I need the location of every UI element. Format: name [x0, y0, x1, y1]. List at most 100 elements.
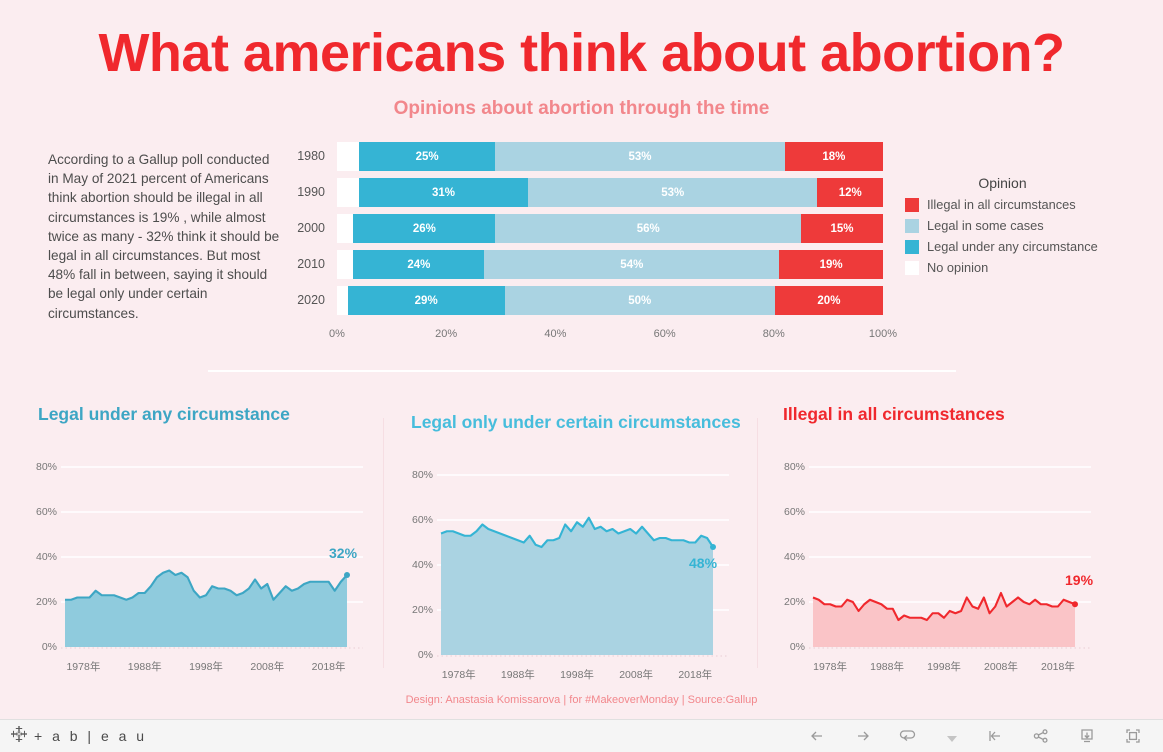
revert-button[interactable]	[899, 726, 919, 746]
y-axis-tick: 20%	[783, 596, 805, 608]
share-button[interactable]	[1031, 726, 1051, 746]
bar-row[interactable]: 1990 31% 53% 12%	[283, 178, 883, 207]
bar-segment-legal-in-some-cases[interactable]: 53%	[495, 142, 785, 171]
bar-row-year-label: 2000	[297, 221, 325, 235]
bar-segment-legal-under-any-circumstance[interactable]: 24%	[353, 250, 485, 279]
x-axis-tick: 2008年	[250, 661, 285, 673]
redo-button[interactable]	[853, 726, 873, 746]
tableau-wordmark: + a b | e a u	[34, 728, 148, 744]
legend: Opinion Illegal in all circumstances Lega…	[905, 175, 1145, 279]
bar-segment-no-opinion[interactable]	[337, 286, 348, 315]
page-title: What americans think about abortion?	[98, 23, 1065, 83]
x-axis-tick: 20%	[435, 328, 458, 340]
bar-row[interactable]: 1980 25% 53% 18%	[283, 142, 883, 171]
bar-row-year-label: 2020	[297, 293, 325, 307]
bar-segment-legal-in-some-cases[interactable]: 56%	[495, 214, 802, 243]
legend-item-label: Legal in some cases	[927, 218, 1044, 233]
end-value-label: 32%	[329, 545, 358, 561]
y-axis-tick: 0%	[789, 641, 805, 653]
intro-paragraph: According to a Gallup poll conducted in …	[48, 152, 280, 321]
legend-item-label: Illegal in all circumstances	[927, 197, 1076, 212]
panel-title: Illegal in all circumstances	[783, 404, 1005, 424]
area-chart-legal-certain: 0% 20% 40% 60% 80% 1978年 1988年 1998年 2008年 2018年 4…	[393, 442, 765, 681]
tableau-toolbar: + a b | e a u	[0, 719, 1163, 752]
area-chart-illegal-all: 0% 20% 40% 60% 80% 1978年 1988年 1998年 2008年 2018年 1…	[765, 434, 1137, 673]
x-axis-tick: 1988年	[500, 669, 535, 681]
bar-segment-no-opinion[interactable]	[337, 142, 359, 171]
bar-row-year-label: 1980	[297, 149, 325, 163]
legend-swatch-icon	[905, 239, 919, 254]
y-axis-tick: 60%	[783, 506, 805, 518]
bar-track: 25% 53% 18%	[337, 142, 883, 171]
legend-item-label: Legal under any circumstance	[927, 239, 1098, 254]
bar-segment-legal-in-some-cases[interactable]: 50%	[504, 286, 775, 315]
y-axis-tick: 20%	[35, 596, 57, 608]
bar-segment-illegal-in-all-circumstances[interactable]: 12%	[817, 178, 883, 207]
legend-item-2[interactable]: Legal under any circumstance	[905, 237, 1145, 256]
dashboard-canvas: What americans think about abortion? Opi…	[0, 0, 1163, 718]
legend-item-1[interactable]: Legal in some cases	[905, 216, 1145, 235]
toolbar-actions	[807, 726, 1143, 746]
panel-legal-certain: Legal only under certain circumstances 0…	[393, 412, 765, 681]
x-axis-tick: 2018年	[678, 669, 713, 681]
legend-item-3[interactable]: No opinion	[905, 258, 1145, 277]
section-divider	[208, 370, 956, 372]
x-axis-tick: 2008年	[984, 661, 1018, 673]
legend-swatch-icon	[905, 218, 919, 233]
bar-segment-no-opinion[interactable]	[337, 214, 354, 243]
x-axis-tick: 1998年	[560, 669, 594, 681]
x-axis-tick: 80%	[762, 328, 785, 340]
bar-segment-no-opinion[interactable]	[337, 250, 354, 279]
bar-segment-legal-under-any-circumstance[interactable]: 31%	[358, 178, 529, 207]
y-axis-tick: 60%	[35, 506, 57, 518]
bar-segment-illegal-in-all-circumstances[interactable]: 15%	[801, 214, 883, 243]
y-axis-tick: 80%	[783, 461, 805, 473]
bar-segment-legal-in-some-cases[interactable]: 53%	[528, 178, 818, 207]
fullscreen-button[interactable]	[1123, 726, 1143, 746]
credit-text: Design: Anastasia Komissarova | for #Mak…	[405, 694, 758, 706]
stacked-bar-chart: 1980 25% 53% 18% 1990 31% 53% 12% 2000 26% 56% 15% 2…	[283, 142, 897, 344]
tableau-branding[interactable]: + a b | e a u	[10, 725, 147, 748]
bar-track: 26% 56% 15%	[337, 214, 883, 243]
legend-item-0[interactable]: Illegal in all circumstances	[905, 195, 1145, 214]
bar-chart-x-axis: 0% 20% 40% 60% 80% 100%	[329, 328, 897, 344]
y-axis-tick: 40%	[783, 551, 805, 563]
legend-swatch-icon	[905, 197, 919, 212]
download-button[interactable]	[1077, 726, 1097, 746]
y-axis-tick: 80%	[35, 461, 57, 473]
y-axis-tick: 0%	[41, 641, 57, 653]
x-axis-tick: 1988年	[127, 661, 162, 673]
legend-item-label: No opinion	[927, 260, 989, 275]
x-axis-tick: 40%	[544, 328, 567, 340]
bar-segment-no-opinion[interactable]	[337, 178, 359, 207]
x-axis-tick: 1988年	[870, 661, 904, 673]
panel-title: Legal under any circumstance	[38, 404, 290, 424]
y-axis-tick: 20%	[411, 604, 433, 616]
x-axis-tick: 1998年	[927, 661, 961, 673]
chevron-down-icon[interactable]	[945, 729, 959, 743]
bar-segment-legal-under-any-circumstance[interactable]: 25%	[358, 142, 496, 171]
bar-row-year-label: 2010	[297, 257, 325, 271]
bar-segment-illegal-in-all-circumstances[interactable]: 18%	[784, 142, 883, 171]
page-subtitle: Opinions about abortion through the time	[393, 98, 770, 119]
panel-illegal-all: Illegal in all circumstances 0% 20% 40% 60%…	[765, 404, 1137, 673]
x-axis-tick: 60%	[653, 328, 676, 340]
bar-row[interactable]: 2020 29% 50% 20%	[283, 286, 883, 315]
bar-row[interactable]: 2000 26% 56% 15%	[283, 214, 883, 243]
undo-button[interactable]	[807, 726, 827, 746]
x-axis-tick: 1978年	[813, 661, 848, 673]
x-axis-tick: 0%	[329, 328, 345, 340]
y-axis-tick: 60%	[411, 514, 433, 526]
bar-segment-legal-under-any-circumstance[interactable]: 26%	[353, 214, 496, 243]
x-axis-tick: 100%	[868, 328, 898, 340]
bar-segment-legal-in-some-cases[interactable]: 54%	[484, 250, 780, 279]
bar-segment-legal-under-any-circumstance[interactable]: 29%	[347, 286, 505, 315]
bar-track: 24% 54% 19%	[337, 250, 883, 279]
bar-row[interactable]: 2010 24% 54% 19%	[283, 250, 883, 279]
bar-segment-illegal-in-all-circumstances[interactable]: 20%	[774, 286, 883, 315]
bar-segment-illegal-in-all-circumstances[interactable]: 19%	[779, 250, 883, 279]
x-axis-tick: 2008年	[619, 669, 654, 681]
reset-button[interactable]	[985, 726, 1005, 746]
legend-swatch-icon	[905, 260, 919, 275]
x-axis-tick: 1998年	[189, 661, 223, 673]
